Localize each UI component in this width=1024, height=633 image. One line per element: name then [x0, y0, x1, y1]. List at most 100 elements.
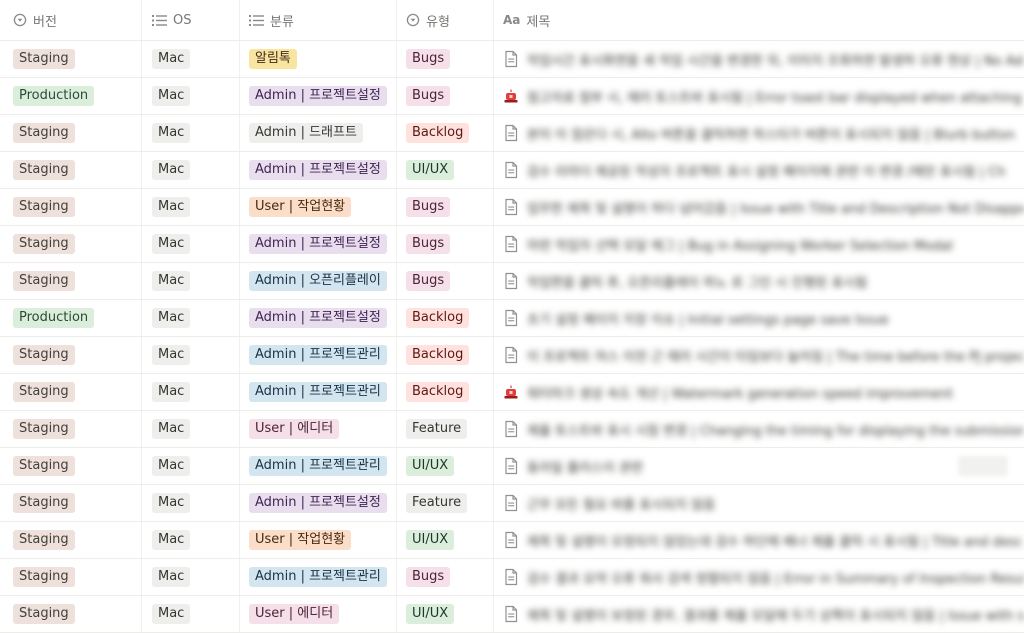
- category-cell[interactable]: Admin | 프로젝트설정: [240, 300, 397, 336]
- version-cell[interactable]: Staging: [0, 485, 142, 521]
- table-row[interactable]: Staging Mac User | 작업현황 Bugs 업무한 제목 및 설명이 하다…: [0, 189, 1024, 226]
- title-cell[interactable]: 검수 결과 요약 오류 워사 검색 정렬되지 않음 | Error in Sum…: [494, 559, 1024, 595]
- type-cell[interactable]: Bugs: [397, 41, 494, 77]
- table-row[interactable]: Staging Mac Admin | 프로젝트관리 UI/UX 동라일 플러스이 관련: [0, 448, 1024, 485]
- os-cell[interactable]: Mac: [142, 485, 240, 521]
- category-cell[interactable]: Admin | 프로젝트설정: [240, 78, 397, 114]
- os-cell[interactable]: Mac: [142, 300, 240, 336]
- os-cell[interactable]: Mac: [142, 374, 240, 410]
- version-cell[interactable]: Staging: [0, 596, 142, 632]
- column-header-category[interactable]: 분류: [240, 0, 397, 40]
- type-cell[interactable]: Feature: [397, 485, 494, 521]
- category-cell[interactable]: Admin | 프로젝트관리: [240, 374, 397, 410]
- table-row[interactable]: Staging Mac Admin | 프로젝트관리 Backlog 워터마크 생성 속…: [0, 374, 1024, 411]
- title-cell[interactable]: 첨고자료 첨부 시, 에러 토스트바 표시됨 | Error toast bar…: [494, 78, 1024, 114]
- page-title-link[interactable]: 제출 토스트바 표시 시점 변경 | Changing the timing f…: [527, 420, 1024, 439]
- type-cell[interactable]: UI/UX: [397, 522, 494, 558]
- category-cell[interactable]: User | 작업현황: [240, 189, 397, 225]
- page-title-link[interactable]: 검수 결과 요약 오류 워사 검색 정렬되지 않음 | Error in Sum…: [527, 568, 1024, 587]
- category-cell[interactable]: User | 에디터: [240, 596, 397, 632]
- page-title-link[interactable]: 검수 리마더 제공된 작성자 프로젝트 표시 설정 페이지에 관련 이 변경 /…: [527, 161, 1006, 180]
- category-cell[interactable]: Admin | 오픈리플레이: [240, 263, 397, 299]
- os-cell[interactable]: Mac: [142, 152, 240, 188]
- table-row[interactable]: Staging Mac Admin | 프로젝트설정 Bugs 마련 작업자 선택 모달…: [0, 226, 1024, 263]
- page-title-link[interactable]: 근무 모든 필요 바를 표시되지 않음: [527, 494, 715, 513]
- page-title-link[interactable]: 제목 및 설명이 보정된 경우, 결과를 제출 모달에 두기 상쪽이 표시되지 …: [527, 605, 1024, 624]
- type-cell[interactable]: UI/UX: [397, 448, 494, 484]
- category-cell[interactable]: Admin | 프로젝트설정: [240, 152, 397, 188]
- table-row[interactable]: Staging Mac Admin | 오픈리플레이 Bugs 작업편을 클릭 후, 오…: [0, 263, 1024, 300]
- os-cell[interactable]: Mac: [142, 411, 240, 447]
- page-title-link[interactable]: 첨고자료 첨부 시, 에러 토스트바 표시됨 | Error toast bar…: [527, 87, 1024, 106]
- category-cell[interactable]: 알림톡: [240, 41, 397, 77]
- os-cell[interactable]: Mac: [142, 596, 240, 632]
- category-cell[interactable]: Admin | 프로젝트관리: [240, 337, 397, 373]
- page-title-link[interactable]: 작업시간 표시화면을 새 작업 시간을 변경한 뒤, 이미지 조회하면 발생하 …: [527, 50, 1024, 69]
- version-cell[interactable]: Staging: [0, 115, 142, 151]
- page-title-link[interactable]: 이 프로젝트 마스 이전 근 에러 시간이 타임보다 늘어짐 | The tim…: [527, 346, 1024, 365]
- title-cell[interactable]: 작업시간 표시화면을 새 작업 시간을 변경한 뒤, 이미지 조회하면 발생하 …: [494, 41, 1024, 77]
- category-cell[interactable]: Admin | 드래프트: [240, 115, 397, 151]
- page-title-link[interactable]: 마련 작업자 선택 모달 에그 | Bug in Assigning Worke…: [527, 235, 953, 254]
- type-cell[interactable]: UI/UX: [397, 596, 494, 632]
- table-row[interactable]: Staging Mac Admin | 프로젝트관리 Bugs 검수 결과 요약 오류 …: [0, 559, 1024, 596]
- os-cell[interactable]: Mac: [142, 337, 240, 373]
- table-row[interactable]: Staging Mac Admin | 드래프트 Backlog 본미 이 접은다 시,…: [0, 115, 1024, 152]
- type-cell[interactable]: Backlog: [397, 337, 494, 373]
- title-cell[interactable]: 검수 리마더 제공된 작성자 프로젝트 표시 설정 페이지에 관련 이 변경 /…: [494, 152, 1024, 188]
- title-cell[interactable]: 워터마크 생성 속도 개선 | Watermark generation spe…: [494, 374, 1024, 410]
- table-row[interactable]: Staging Mac User | 작업현황 UI/UX 제목 및 설명이 모정되지 …: [0, 522, 1024, 559]
- version-cell[interactable]: Staging: [0, 263, 142, 299]
- table-row[interactable]: Staging Mac Admin | 프로젝트관리 Backlog 이 프로젝트 마스…: [0, 337, 1024, 374]
- version-cell[interactable]: Staging: [0, 374, 142, 410]
- type-cell[interactable]: Backlog: [397, 374, 494, 410]
- title-cell[interactable]: 본미 이 접은다 시, Alto 버튼을 클릭하면 하스타가 버튼이 표시되지 …: [494, 115, 1024, 151]
- type-cell[interactable]: Bugs: [397, 78, 494, 114]
- version-cell[interactable]: Staging: [0, 337, 142, 373]
- type-cell[interactable]: Backlog: [397, 300, 494, 336]
- title-cell[interactable]: 작업편을 클릭 후, 오픈리플레이 하노 로 그인 시 진행된 표시됨: [494, 263, 1024, 299]
- page-title-link[interactable]: 업무한 제목 및 설명이 하다 넘어갔음 | Issue with Title …: [527, 198, 1024, 217]
- title-cell[interactable]: 제목 및 설명이 모정되지 않았는데 검수 하단에 배너 제출 클릭 시 표시됨…: [494, 522, 1024, 558]
- table-row[interactable]: Staging Mac User | 에디터 UI/UX 제목 및 설명이 보정된 경우…: [0, 596, 1024, 633]
- os-cell[interactable]: Mac: [142, 78, 240, 114]
- title-cell[interactable]: 제목 및 설명이 보정된 경우, 결과를 제출 모달에 두기 상쪽이 표시되지 …: [494, 596, 1024, 632]
- column-header-type[interactable]: 유형: [397, 0, 494, 40]
- os-cell[interactable]: Mac: [142, 448, 240, 484]
- version-cell[interactable]: Staging: [0, 226, 142, 262]
- os-cell[interactable]: Mac: [142, 41, 240, 77]
- type-cell[interactable]: Backlog: [397, 115, 494, 151]
- title-cell[interactable]: 업무한 제목 및 설명이 하다 넘어갔음 | Issue with Title …: [494, 189, 1024, 225]
- os-cell[interactable]: Mac: [142, 189, 240, 225]
- version-cell[interactable]: Production: [0, 300, 142, 336]
- column-header-title[interactable]: Aa 제목: [494, 0, 1024, 40]
- title-cell[interactable]: 근무 모든 필요 바를 표시되지 않음: [494, 485, 1024, 521]
- page-title-link[interactable]: 제목 및 설명이 모정되지 않았는데 검수 하단에 배너 제출 클릭 시 표시됨…: [527, 531, 1023, 550]
- title-cell[interactable]: 제출 토스트바 표시 시점 변경 | Changing the timing f…: [494, 411, 1024, 447]
- title-cell[interactable]: 마련 작업자 선택 모달 에그 | Bug in Assigning Worke…: [494, 226, 1024, 262]
- table-row[interactable]: Staging Mac 알림톡 Bugs 작업시간 표시화면을 새 작업 시간을 변경한…: [0, 41, 1024, 78]
- title-cell[interactable]: 이 프로젝트 마스 이전 근 에러 시간이 타임보다 늘어짐 | The tim…: [494, 337, 1024, 373]
- category-cell[interactable]: User | 작업현황: [240, 522, 397, 558]
- page-title-link[interactable]: 작업편을 클릭 후, 오픈리플레이 하노 로 그인 시 진행된 표시됨: [527, 272, 867, 291]
- column-header-version[interactable]: 버전: [0, 0, 142, 40]
- version-cell[interactable]: Staging: [0, 189, 142, 225]
- title-cell[interactable]: 동라일 플러스이 관련: [494, 448, 1024, 484]
- open-button[interactable]: [958, 456, 1008, 476]
- category-cell[interactable]: Admin | 프로젝트설정: [240, 485, 397, 521]
- title-cell[interactable]: 초기 설정 페이지 지장 이슈 | Initial settings page …: [494, 300, 1024, 336]
- type-cell[interactable]: Feature: [397, 411, 494, 447]
- category-cell[interactable]: Admin | 프로젝트관리: [240, 448, 397, 484]
- page-title-link[interactable]: 동라일 플러스이 관련: [527, 457, 643, 476]
- type-cell[interactable]: Bugs: [397, 559, 494, 595]
- type-cell[interactable]: Bugs: [397, 263, 494, 299]
- type-cell[interactable]: UI/UX: [397, 152, 494, 188]
- category-cell[interactable]: User | 에디터: [240, 411, 397, 447]
- os-cell[interactable]: Mac: [142, 522, 240, 558]
- page-title-link[interactable]: 초기 설정 페이지 지장 이슈 | Initial settings page …: [527, 309, 889, 328]
- table-row[interactable]: Staging Mac User | 에디터 Feature 제출 토스트바 표시 시점…: [0, 411, 1024, 448]
- column-header-os[interactable]: OS: [142, 0, 240, 40]
- version-cell[interactable]: Staging: [0, 559, 142, 595]
- type-cell[interactable]: Bugs: [397, 226, 494, 262]
- os-cell[interactable]: Mac: [142, 115, 240, 151]
